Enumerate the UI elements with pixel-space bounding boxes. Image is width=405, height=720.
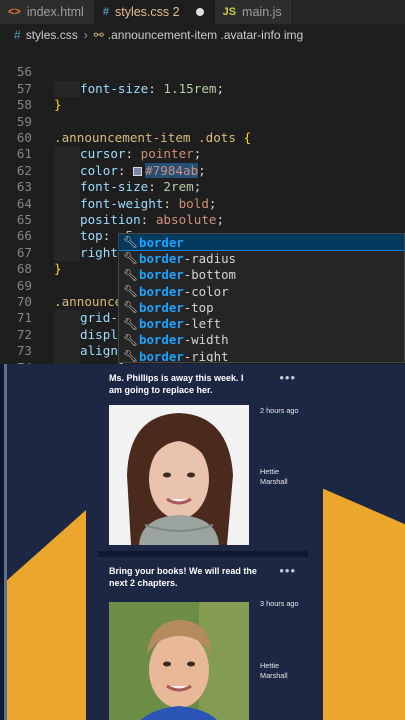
window-edge	[4, 364, 7, 720]
suggestion-match: border	[139, 234, 184, 250]
suggestion-match: border	[139, 267, 184, 283]
wrench-icon: 🔧︎	[123, 300, 139, 315]
autocomplete-suggestions: 🔧︎ border 🔧︎ border -radius 🔧︎ border -bottom…	[118, 233, 405, 363]
css-file-icon: #	[102, 6, 109, 18]
css-file-icon: #	[14, 28, 21, 42]
announcement-title: Bring your books! We will read the next …	[109, 566, 257, 588]
js-file-icon: JS	[222, 6, 237, 18]
tab-label: styles.css 2	[114, 5, 180, 19]
suggestion-item[interactable]: 🔧︎ border -right	[119, 348, 404, 363]
suggestion-rest: -left	[183, 316, 222, 332]
suggestion-match: border	[139, 283, 184, 299]
suggestion-item[interactable]: 🔧︎ border -top	[119, 299, 404, 315]
tab-styles-css[interactable]: # styles.css 2	[94, 0, 215, 24]
wrench-icon: 🔧︎	[123, 251, 139, 266]
code-line: 58	[0, 81, 405, 112]
suggestion-match: border	[139, 316, 184, 332]
suggestion-rest: -width	[183, 332, 229, 348]
more-dots-icon[interactable]: •••	[279, 563, 296, 578]
suggestion-item[interactable]: 🔧︎ border -left	[119, 315, 404, 331]
suggestion-rest: -bottom	[183, 267, 236, 283]
chevron-right-icon: ›	[83, 28, 88, 42]
code-line: 60 cursor: pointer;	[0, 114, 405, 163]
code-line: 65 top: -5px;	[0, 196, 405, 245]
code-line: 64 position: absolute;	[0, 179, 405, 229]
suggestion-rest: -top	[183, 299, 214, 315]
tab-index-html[interactable]: <> index.html	[0, 0, 95, 24]
wrench-icon: 🔧︎	[123, 267, 139, 282]
suggestion-rest: -color	[183, 283, 229, 299]
suggestion-match: border	[139, 348, 184, 363]
wrench-icon: 🔧︎	[123, 316, 139, 331]
announcement-author: Hettie Marshall	[260, 467, 288, 486]
code-line: 62 font-size: 2rem;	[0, 146, 405, 196]
tab-label: index.html	[26, 5, 84, 19]
breadcrumb-file[interactable]: styles.css	[26, 28, 78, 42]
code-line: 61 color: #7984ab;	[0, 130, 405, 180]
html-file-icon: <>	[8, 6, 21, 18]
suggestion-item[interactable]: 🔧︎ border -radius	[119, 250, 404, 266]
suggestion-item[interactable]: 🔧︎ border -width	[119, 332, 404, 348]
announcement-author: Hettie Marshall	[260, 661, 288, 680]
wrench-icon: 🔧︎	[123, 349, 139, 363]
avatar	[109, 405, 249, 545]
announcement-title: Ms. Phillips is away this week. I am goi…	[109, 373, 244, 395]
suggestion-rest: -radius	[183, 250, 236, 266]
suggestion-match: border	[139, 299, 184, 315]
unsaved-dot-icon[interactable]	[195, 8, 204, 16]
announcement-time: 3 hours ago	[260, 599, 299, 608]
announcement-item: Bring your books! We will read the next …	[98, 557, 308, 720]
avatar	[109, 602, 249, 720]
editor-tab-bar: <> index.html # styles.css 2 JS main.js	[0, 0, 405, 24]
suggestion-item[interactable]: 🔧︎ border -color	[119, 283, 404, 299]
tab-label: main.js	[242, 5, 282, 19]
code-line: 59 .announcement-item .dots {	[0, 97, 405, 145]
suggestion-match: border	[139, 250, 184, 266]
suggestion-item[interactable]: 🔧︎ border -bottom	[119, 267, 404, 283]
wrench-icon: 🔧︎	[123, 235, 139, 250]
code-line: 57 }	[0, 64, 405, 112]
code-line: 63 font-weight: bold;	[0, 163, 405, 212]
suggestion-item[interactable]: 🔧︎ border	[119, 234, 404, 252]
code-line: 66 right: 25px;	[0, 212, 405, 262]
announcement-item: Ms. Phillips is away this week. I am goi…	[98, 364, 308, 551]
suggestion-match: border	[139, 332, 184, 348]
suggestion-rest: -right	[183, 348, 229, 363]
browser-preview: Ms. Phillips is away this week. I am goi…	[0, 364, 405, 720]
wrench-icon: 🔧︎	[123, 332, 139, 347]
breadcrumb-selector[interactable]: .announcement-item .avatar-info img	[108, 28, 303, 42]
wrench-icon: 🔧︎	[123, 284, 139, 299]
more-dots-icon[interactable]: •••	[279, 370, 296, 385]
selector-icon: ⚯	[93, 28, 104, 42]
tab-main-js[interactable]: JS main.js	[214, 0, 293, 24]
code-line: 56 font-size: 1.15rem;	[0, 48, 405, 98]
announcement-time: 2 hours ago	[260, 406, 299, 415]
breadcrumb: # styles.css › ⚯ .announcement-item .ava…	[0, 24, 405, 46]
